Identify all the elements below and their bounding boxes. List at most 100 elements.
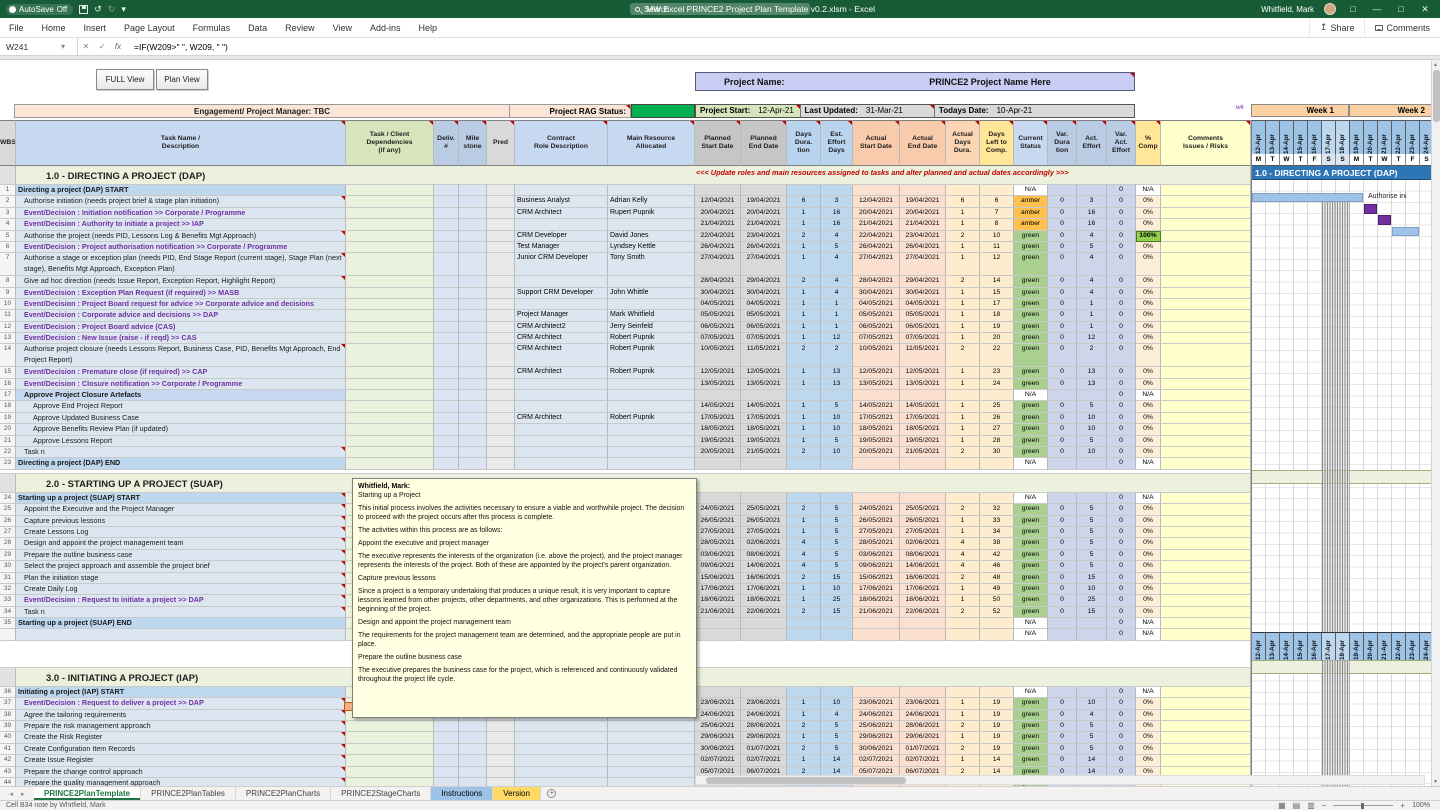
cell-du[interactable]: [787, 185, 821, 196]
cell-ef[interactable]: 10: [1077, 413, 1107, 424]
cell-vd[interactable]: 0: [1048, 424, 1077, 435]
cell-ps[interactable]: 24/05/2021: [695, 504, 741, 515]
cell-vef[interactable]: 0: [1107, 242, 1136, 253]
cell-as[interactable]: 04/05/2021: [853, 299, 900, 310]
cell-pe[interactable]: 17/05/2021: [741, 413, 787, 424]
cell-t[interactable]: Approve Lessons Report: [16, 436, 346, 447]
cell-vd[interactable]: 0: [1048, 744, 1077, 755]
cell-ae[interactable]: [900, 629, 946, 640]
cell-vef[interactable]: 0: [1107, 458, 1136, 469]
cell-t[interactable]: Capture previous lessons: [16, 516, 346, 527]
col-header-0[interactable]: WBS: [0, 120, 16, 166]
cell-ps[interactable]: [695, 687, 741, 698]
add-sheet-button[interactable]: +: [541, 787, 563, 800]
cell-n[interactable]: 44: [0, 778, 16, 786]
cell-cm[interactable]: [1161, 710, 1251, 721]
col-header-5[interactable]: Pred: [487, 120, 515, 166]
cell-ps[interactable]: [695, 629, 741, 640]
gantt-date-23-Apr[interactable]: 23-Apr: [1406, 120, 1420, 154]
cell-as[interactable]: 10/05/2021: [853, 344, 900, 367]
cell-vd[interactable]: 0: [1048, 208, 1077, 219]
cell-du[interactable]: 4: [787, 550, 821, 561]
cell-dl[interactable]: 42: [980, 550, 1014, 561]
cell-pr[interactable]: [487, 721, 515, 732]
col-header-19[interactable]: Var. Act. Effort: [1107, 120, 1136, 166]
cell-dep[interactable]: [346, 310, 434, 321]
cell-as[interactable]: 23/06/2021: [853, 698, 900, 709]
cell-t[interactable]: Plan the initiation stage: [16, 573, 346, 584]
cell-st[interactable]: green: [1014, 288, 1048, 299]
cell-n[interactable]: 6: [0, 242, 16, 253]
cell-ef[interactable]: 13: [1077, 379, 1107, 390]
cell-role[interactable]: CRM Architect: [515, 413, 608, 424]
cell-t[interactable]: Create Daily Log: [16, 584, 346, 595]
cell-vd[interactable]: 0: [1048, 732, 1077, 743]
cell-res[interactable]: [608, 390, 695, 401]
cell-pc[interactable]: N/A: [1136, 390, 1161, 401]
cell-ps[interactable]: 12/04/2021: [695, 196, 741, 207]
cell-ps[interactable]: 17/06/2021: [695, 584, 741, 595]
cell-ps[interactable]: 25/06/2021: [695, 721, 741, 732]
cell-vef[interactable]: 0: [1107, 436, 1136, 447]
cell-pc[interactable]: 0%: [1136, 516, 1161, 527]
cell-ae[interactable]: 29/06/2021: [900, 732, 946, 743]
cell-es[interactable]: 16: [821, 219, 853, 230]
cell-st[interactable]: N/A: [1014, 458, 1048, 469]
cell-du[interactable]: 1: [787, 755, 821, 766]
cell-dl[interactable]: 50: [980, 595, 1014, 606]
cell-n[interactable]: 17: [0, 390, 16, 401]
cell-ae[interactable]: 02/06/2021: [900, 538, 946, 549]
cell-ps[interactable]: 26/05/2021: [695, 516, 741, 527]
cell-pe[interactable]: [741, 687, 787, 698]
cell-dl[interactable]: 26: [980, 413, 1014, 424]
cell-pe[interactable]: 04/05/2021: [741, 299, 787, 310]
cell-st[interactable]: N/A: [1014, 185, 1048, 196]
cell-ms[interactable]: [459, 732, 487, 743]
cell-ad[interactable]: 1: [946, 242, 980, 253]
cell-st[interactable]: green: [1014, 550, 1048, 561]
cell-as[interactable]: 15/06/2021: [853, 573, 900, 584]
cell-pr[interactable]: [487, 379, 515, 390]
cell-n[interactable]: 2: [0, 196, 16, 207]
cell-ad[interactable]: 1: [946, 413, 980, 424]
cell-ms[interactable]: [459, 208, 487, 219]
cell-st[interactable]: green: [1014, 527, 1048, 538]
cell-pc[interactable]: 0%: [1136, 595, 1161, 606]
cell-vd[interactable]: 0: [1048, 253, 1077, 276]
page-break-view-icon[interactable]: ▥: [1307, 801, 1315, 810]
cell-du[interactable]: [787, 458, 821, 469]
cell-ef[interactable]: 5: [1077, 436, 1107, 447]
col-header-15[interactable]: Days Left to Comp.: [980, 120, 1014, 166]
cell-ae[interactable]: 27/05/2021: [900, 527, 946, 538]
cell-pe[interactable]: [741, 390, 787, 401]
cell-n[interactable]: 37: [0, 698, 16, 709]
cell-as[interactable]: 17/06/2021: [853, 584, 900, 595]
cell-cm[interactable]: [1161, 401, 1251, 412]
cell-vef[interactable]: 0: [1107, 732, 1136, 743]
cell-ae[interactable]: 08/06/2021: [900, 550, 946, 561]
cell-n[interactable]: 4: [0, 219, 16, 230]
cell-st[interactable]: green: [1014, 744, 1048, 755]
cell-dep[interactable]: [346, 242, 434, 253]
cell-as[interactable]: 30/06/2021: [853, 744, 900, 755]
cell-pe[interactable]: 06/05/2021: [741, 322, 787, 333]
cell-dl[interactable]: 32: [980, 504, 1014, 515]
col-header-9[interactable]: Planned End Date: [741, 120, 787, 166]
fx-icon[interactable]: fx: [110, 42, 126, 51]
cell-dep[interactable]: [346, 390, 434, 401]
cell-ef[interactable]: 5: [1077, 516, 1107, 527]
cell-n[interactable]: 22: [0, 447, 16, 458]
search-input[interactable]: Search: [630, 3, 810, 15]
cell-ef[interactable]: 5: [1077, 721, 1107, 732]
cell-n[interactable]: 24: [0, 493, 16, 504]
cell-du[interactable]: 1: [787, 732, 821, 743]
cell-vd[interactable]: 0: [1048, 276, 1077, 287]
cell-pc[interactable]: 0%: [1136, 299, 1161, 310]
cell-du[interactable]: 1: [787, 310, 821, 321]
cell-st[interactable]: green: [1014, 242, 1048, 253]
cell-t[interactable]: Give ad hoc direction (needs Issue Repor…: [16, 276, 346, 287]
cell-pc[interactable]: 0%: [1136, 401, 1161, 412]
cell-es[interactable]: 13: [821, 367, 853, 378]
cell-role[interactable]: [515, 379, 608, 390]
cell-ad[interactable]: [946, 185, 980, 196]
